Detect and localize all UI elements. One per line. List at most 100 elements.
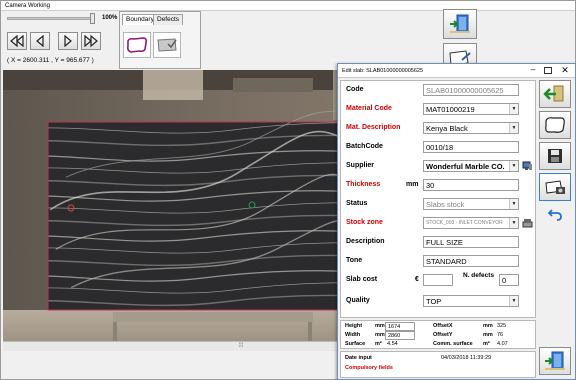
height-field[interactable]: 1674	[385, 322, 415, 331]
shape-tabs: Boundary Defects	[119, 11, 201, 69]
slab-camera-button[interactable]	[539, 173, 571, 201]
date-input-value: 04/03/2018 11:39:29	[441, 355, 492, 361]
stock-zone-value: STOCK_003 - INLET CONVEYOR	[426, 220, 503, 226]
slab-form: Code SLAB01000000005625 Material Code MA…	[340, 80, 536, 318]
offsetx-unit: mm	[483, 323, 493, 329]
code-label: Code	[346, 86, 364, 93]
supplier-select[interactable]: Wonderful Marble CO. ▼	[423, 160, 519, 172]
boundary-shape-button[interactable]	[123, 32, 151, 58]
width-unit: mm	[375, 332, 385, 338]
tone-label: Tone	[346, 257, 363, 264]
n-defects-field[interactable]: 0	[499, 274, 519, 286]
last-button[interactable]	[81, 32, 101, 50]
n-defects-label: N. defects	[463, 272, 495, 279]
slab-cost-unit: €	[415, 276, 419, 283]
stock-zone-label: Stock zone	[346, 219, 383, 226]
material-code-select[interactable]: MAT01000219 ▼	[423, 103, 519, 115]
quality-value: TOP	[426, 297, 442, 306]
tab-defects[interactable]: Defects	[153, 14, 184, 25]
date-panel: Date input 04/03/2018 11:39:29 Compulsor…	[340, 351, 536, 378]
edit-slab-dialog: Edit slab: SLAB01000000005625 – ✕ Code S…	[337, 63, 576, 380]
chevron-down-icon: ▼	[509, 161, 518, 171]
date-input-label: Date input	[345, 355, 372, 361]
chevron-down-icon: ▼	[509, 218, 518, 228]
cursor-coordinates: ( X = 2600.311 , Y = 965.677 )	[7, 57, 94, 64]
surface-unit: m²	[375, 341, 382, 347]
chevron-down-icon: ▼	[509, 296, 518, 306]
thickness-label: Thickness	[346, 181, 381, 188]
offsety-value: 76	[497, 332, 504, 338]
maximize-button[interactable]	[544, 67, 552, 74]
next-button[interactable]	[58, 32, 78, 50]
batch-code-label: BatchCode	[346, 143, 383, 150]
tone-field[interactable]: STANDARD	[423, 255, 519, 267]
offsety-unit: mm	[483, 332, 493, 338]
defect-shape-button[interactable]	[153, 32, 181, 58]
comm-surface-label: Comm. surface	[433, 341, 473, 347]
offsetx-label: OffsetX	[433, 323, 453, 329]
save-button[interactable]	[539, 142, 571, 170]
close-button[interactable]: ✕	[559, 65, 571, 76]
batch-code-field[interactable]: 0010/18	[423, 141, 519, 153]
zoom-value: 100%	[102, 15, 118, 21]
exit-button[interactable]	[443, 9, 477, 39]
description-label: Description	[346, 238, 385, 245]
slab-camera-icon	[545, 180, 565, 194]
supplier-lookup-icon[interactable]	[522, 160, 533, 171]
width-field[interactable]: 2860	[385, 331, 415, 340]
chevron-down-icon: ▼	[509, 123, 518, 133]
chevron-down-icon: ▼	[509, 104, 518, 114]
comm-surface-unit: m²	[483, 341, 490, 347]
height-unit: mm	[375, 323, 385, 329]
back-button[interactable]	[539, 80, 571, 108]
slab-cost-label: Slab cost	[346, 276, 378, 283]
undo-button[interactable]	[547, 207, 563, 221]
material-code-value: MAT01000219	[426, 105, 475, 114]
first-button[interactable]	[7, 32, 27, 50]
defect-shape-icon	[157, 38, 177, 52]
mat-description-label: Mat. Description	[346, 124, 401, 131]
undo-icon	[547, 209, 562, 221]
window-title: Camera Working	[1, 1, 575, 11]
exit-dialog-button[interactable]	[539, 347, 571, 375]
slab-shape-button[interactable]	[539, 111, 571, 139]
stock-zone-select[interactable]: STOCK_003 - INLET CONVEYOR ▼	[423, 217, 519, 229]
previous-button[interactable]	[30, 32, 50, 50]
back-arrow-icon	[543, 85, 564, 102]
next-icon	[64, 35, 72, 47]
description-field[interactable]: FULL SIZE	[423, 236, 519, 248]
zoom-slider[interactable]	[7, 17, 93, 20]
zoom-slider-thumb[interactable]	[90, 13, 95, 24]
width-label: Width	[345, 332, 361, 338]
comm-surface-value: 4.07	[497, 341, 508, 347]
stock-zone-icon[interactable]	[522, 217, 533, 228]
chevron-down-icon: ▼	[509, 199, 518, 209]
thickness-unit: mm	[406, 181, 419, 188]
exit-door-icon	[450, 14, 470, 33]
code-field[interactable]: SLAB01000000005625	[423, 84, 519, 96]
quality-select[interactable]: TOP ▼	[423, 295, 519, 307]
status-select[interactable]: Slabs stock ▼	[423, 198, 519, 210]
dimensions-panel: Height mm 1674 Width mm 2860 Surface m² …	[340, 320, 536, 349]
offsetx-value: 325	[497, 323, 507, 329]
first-icon	[10, 35, 24, 47]
surface-label: Surface	[345, 341, 366, 347]
material-code-label: Material Code	[346, 105, 392, 112]
minimize-button[interactable]: –	[528, 66, 538, 75]
height-label: Height	[345, 323, 363, 329]
last-icon	[84, 35, 98, 47]
slab-cost-field[interactable]	[423, 274, 453, 286]
dialog-title: Edit slab: SLAB01000000005625	[338, 64, 575, 78]
supplier-label: Supplier	[346, 162, 375, 169]
previous-icon	[36, 35, 44, 47]
save-disk-icon	[548, 149, 562, 163]
status-value: Slabs stock	[426, 200, 465, 209]
mat-description-select[interactable]: Kenya Black ▼	[423, 122, 519, 134]
status-label: Status	[346, 200, 368, 207]
surface-value: 4.54	[387, 341, 398, 347]
slab-outline-icon	[545, 117, 565, 133]
supplier-value: Wonderful Marble CO.	[426, 162, 505, 171]
offsety-label: OffsetY	[433, 332, 453, 338]
exit-door-icon	[545, 351, 565, 370]
thickness-field[interactable]: 30	[423, 179, 519, 191]
